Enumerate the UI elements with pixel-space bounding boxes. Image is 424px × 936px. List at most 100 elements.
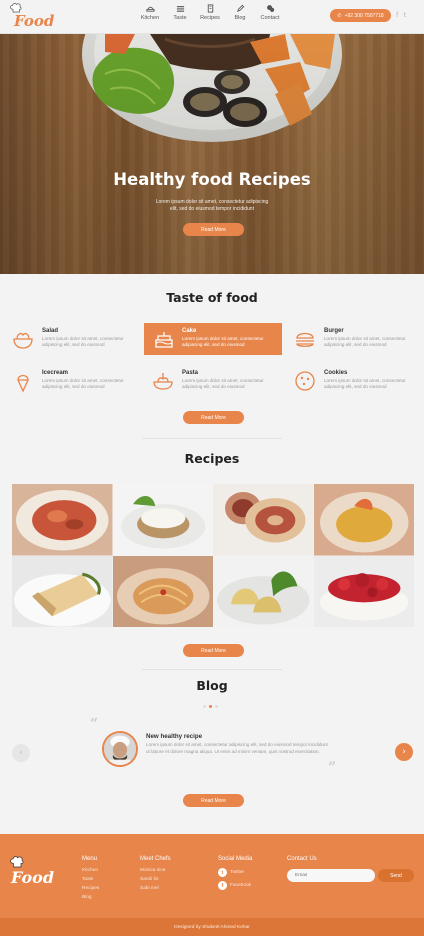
chat-icon [266,5,274,12]
blog-read-more-button[interactable]: Read More [183,794,244,807]
recipes-gallery [12,484,414,627]
category-name: Pasta [182,370,199,376]
nav-taste[interactable]: Taste [165,4,195,21]
footer-menu-link[interactable]: Recipes [82,886,99,891]
carousel-dot[interactable] [203,705,206,708]
taste-read-more-button[interactable]: Read More [183,411,244,424]
recipe-image-risotto [313,484,414,556]
category-salad[interactable]: Salad Lorem ipsum dolor sit amet, consec… [8,323,146,355]
blog-post-excerpt: Lorem ipsum dolor sit amet, consectetur … [146,742,328,754]
blog-section-title: Blog [196,678,228,693]
nav-label: Taste [173,15,187,21]
hero-subtitle-line: Lorem ipsum dolor sit amet, consectetur … [155,199,269,205]
nav-contact[interactable]: Contact [255,4,285,21]
nav-label: Recipes [200,15,220,21]
nav-blog[interactable]: Blog [225,4,255,21]
category-cake[interactable]: Cake Lorem ipsum dolor sit amet, consect… [144,323,282,355]
carousel-next-button[interactable]: › [395,743,413,761]
category-icecream[interactable]: Icecream Lorem ipsum dolor sit amet, con… [8,365,146,397]
footer-menu-link[interactable]: Taste [82,877,93,882]
footer-social-title: Social Media [218,856,253,862]
pencil-icon [236,4,244,13]
phone-number: +92 300 7507718 [344,12,384,19]
nav-recipes[interactable]: Recipes [195,4,225,21]
send-button[interactable]: Send [378,869,414,882]
top-header: Food Kitchen Taste Recipes Blog Contact … [0,0,424,34]
carousel-dot-active[interactable] [209,705,212,708]
hero-subtitle: Lorem ipsum dolor sit amet, consectetur … [0,199,424,213]
footer-chefs-title: Meet Chefs [140,856,171,862]
chevron-right-icon: › [402,747,406,757]
logo-text: Food [14,12,55,30]
footer-social-link[interactable]: Twitter [230,870,244,875]
main-nav: Kitchen Taste Recipes Blog Contact [135,4,285,21]
nav-kitchen[interactable]: Kitchen [135,4,165,21]
footer-logo[interactable]: Food [8,856,55,888]
nav-label: Contact [260,15,280,21]
footer-social-link[interactable]: Facebook [230,883,251,888]
quote-close-icon: ” [328,760,337,776]
footer-menu-title: Menu [82,856,98,862]
hero-read-more-button[interactable]: Read More [183,223,244,236]
recipe-photo[interactable] [213,484,314,556]
pasta-icon [153,373,173,390]
recipe-image-tacos [213,555,314,627]
header-social: f t [396,11,406,19]
copyright-bar: Designed by Shakeel Ahmed Kehar [0,918,424,936]
footer-contact-title: Contact Us [287,856,317,862]
recipe-photo[interactable] [12,484,113,556]
category-name: Cake [182,328,197,334]
brand-logo[interactable]: Food [8,3,54,31]
salad-icon [13,332,33,349]
burger-icon [296,332,314,347]
footer-logo-text: Food [11,868,55,887]
recipe-image-strawberry-dessert [313,555,414,627]
nav-label: Blog [234,15,246,21]
footer-chef-link[interactable]: Sandi lin [140,877,158,882]
footer-menu-link[interactable]: Blog [82,895,92,900]
recipe-photo[interactable] [213,555,314,627]
cookies-icon [295,371,315,391]
footer-chef-link[interactable]: Sabi mel [140,886,159,891]
copyright-text: Designed by Shakeel Ahmed Kehar [174,924,250,930]
category-desc: Lorem ipsum dolor sit amet, consectetur … [324,336,406,347]
category-burger[interactable]: Burger Lorem ipsum dolor sit amet, conse… [290,323,420,355]
nav-label: Kitchen [140,15,160,21]
recipe-photo[interactable] [112,555,213,627]
recipes-read-more-button[interactable]: Read More [183,644,244,657]
quote-open-icon: “ [90,716,99,732]
section-divider [142,669,282,670]
blog-post-title[interactable]: New healthy recipe [146,733,202,740]
recipe-photo[interactable] [313,555,414,627]
carousel-prev-button[interactable]: ‹ [12,744,30,762]
carousel-dot[interactable] [215,705,218,708]
twitter-icon[interactable]: t [403,11,406,19]
cake-icon [155,332,173,348]
taste-section-title: Taste of food [166,290,258,305]
chef-hat-icon [10,856,24,868]
icecream-icon [17,374,29,393]
footer-menu-link[interactable]: Kitchen [82,868,98,873]
recipe-image-stew [12,484,113,556]
recipe-image-spaghetti [112,555,213,627]
category-pasta[interactable]: Pasta Lorem ipsum dolor sit amet, consec… [148,365,286,397]
facebook-icon[interactable]: f [218,881,227,890]
phone-button[interactable]: ✆ +92 300 7507718 [330,9,391,22]
category-cookies[interactable]: Cookies Lorem ipsum dolor sit amet, cons… [290,365,420,397]
category-name: Icecream [42,370,69,376]
hero-overlay [0,34,424,274]
recipe-photo[interactable] [112,484,213,556]
twitter-icon[interactable]: t [218,868,227,877]
footer-chef-link[interactable]: Monica sins [140,868,165,873]
category-name: Burger [324,328,344,334]
recipe-photo[interactable] [12,555,113,627]
category-desc: Lorem ipsum dolor sit amet, consectetur … [182,378,264,389]
recipe-photo[interactable] [313,484,414,556]
recipes-icon [207,4,213,13]
category-name: Salad [42,328,59,334]
category-desc: Lorem ipsum dolor sit amet, consectetur … [42,336,124,347]
author-avatar [102,731,138,767]
kitchen-icon [145,6,155,12]
facebook-icon[interactable]: f [396,11,398,19]
email-input[interactable] [287,869,375,882]
